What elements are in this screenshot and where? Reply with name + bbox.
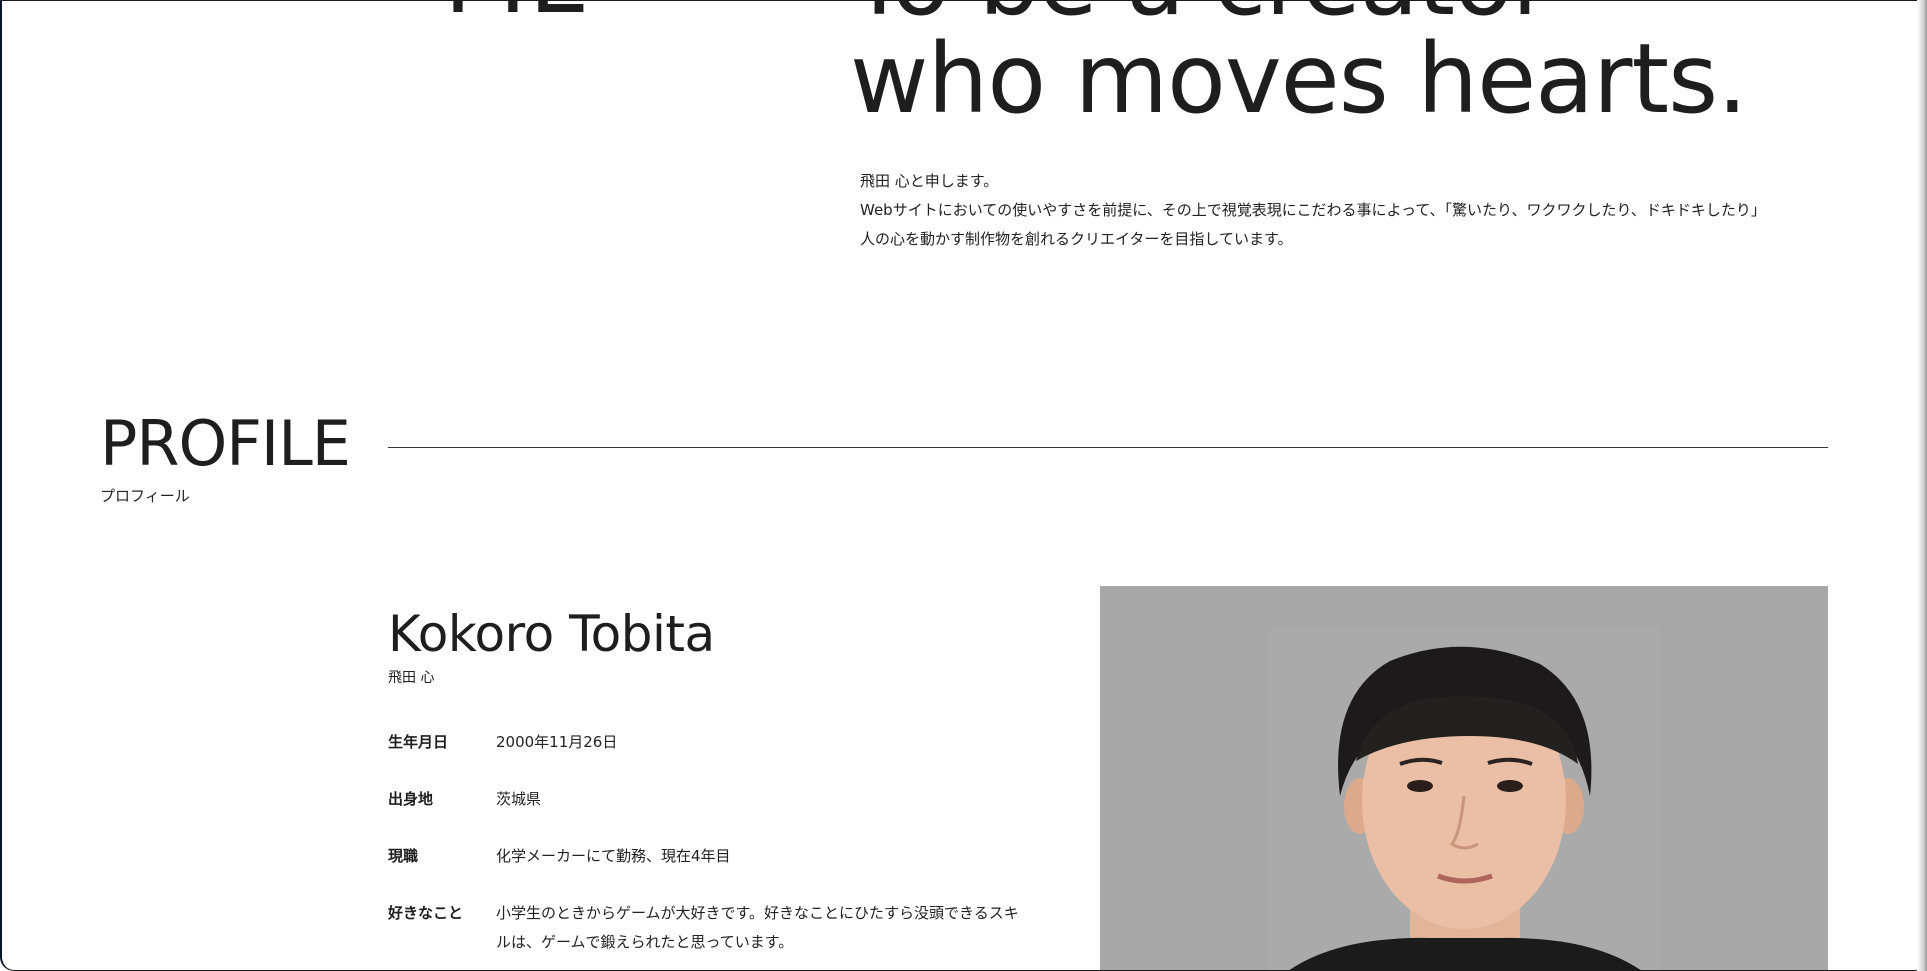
- portrait-illustration: [1100, 586, 1828, 970]
- section-divider: [388, 447, 1828, 448]
- profile-row-birthday: 生年月日 2000年11月26日: [388, 728, 1028, 757]
- hero-left-heading: ME: [444, 1, 591, 27]
- intro-text: 飛田 心と申します。 Webサイトにおいての使いやすさを前提に、その上で視覚表現…: [860, 167, 1766, 254]
- section-subtitle-profile: プロフィール: [100, 487, 190, 505]
- profile-value: 化学メーカーにて勤務、現在4年目: [496, 847, 731, 865]
- window-edge-shadow: [1917, 0, 1927, 971]
- profile-name-ja: 飛田 心: [388, 670, 435, 686]
- profile-row-hometown: 出身地 茨城県: [388, 785, 1028, 814]
- profile-value: 茨城県: [496, 790, 542, 808]
- profile-info-list: 生年月日 2000年11月26日 出身地 茨城県 現職 化学メーカーにて勤務、現…: [388, 728, 1028, 970]
- profile-value: 2000年11月26日: [496, 733, 618, 751]
- profile-photo: [1100, 586, 1828, 970]
- profile-row-occupation: 現職 化学メーカーにて勤務、現在4年目: [388, 842, 1028, 871]
- profile-name-en: Kokoro Tobita: [388, 605, 715, 663]
- profile-value: 小学生のときからゲームが大好きです。好きなことにひたすら没頭できるスキルは、ゲー…: [496, 904, 1019, 951]
- intro-line: 飛田 心と申します。: [860, 172, 999, 190]
- profile-label: 出身地: [388, 790, 434, 808]
- section-title-profile: PROFILE: [100, 407, 351, 480]
- profile-label: 好きなこと: [388, 904, 464, 922]
- profile-label: 現職: [388, 847, 419, 865]
- profile-row-likes: 好きなこと 小学生のときからゲームが大好きです。好きなことにひたすら没頭できるス…: [388, 899, 1028, 957]
- intro-line: 人の心を動かす制作物を創れるクリエイターを目指しています。: [860, 230, 1293, 248]
- profile-label: 生年月日: [388, 733, 449, 751]
- hero-headline-line-2: who moves hearts.: [850, 23, 1748, 135]
- intro-line: Webサイトにおいての使いやすさを前提に、その上で視覚表現にこだわる事によって、…: [860, 201, 1766, 219]
- browser-viewport: ME To be a creator who moves hearts. 飛田 …: [0, 0, 1927, 971]
